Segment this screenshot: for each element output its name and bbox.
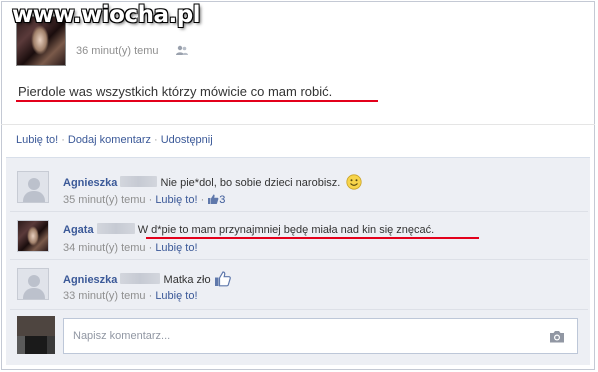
post-actions: Lubię to! · Dodaj komentarz · Udostępnij xyxy=(16,134,213,146)
comment-text: W d*pie to mam przynajmniej będę miała n… xyxy=(137,224,435,236)
comment-time[interactable]: 33 minut(y) temu xyxy=(63,290,146,302)
comment-like-link[interactable]: Lubię to! xyxy=(155,194,197,206)
comment-link[interactable]: Dodaj komentarz xyxy=(68,134,151,146)
thumbs-up-small-icon xyxy=(208,194,219,204)
redacted-surname xyxy=(96,223,135,234)
comment-text: Nie pie*dol, bo sobie dzieci narobisz. xyxy=(160,177,341,189)
comment-meta: 34 minut(y) temu · Lubię to! xyxy=(63,242,198,254)
comment-like-link[interactable]: Lubię to! xyxy=(155,290,197,302)
separator-dot: · xyxy=(61,134,65,146)
comment-like-link[interactable]: Lubię to! xyxy=(155,242,197,254)
redacted-surname xyxy=(120,273,161,284)
avatar-block xyxy=(17,316,55,336)
comment-avatar[interactable] xyxy=(17,171,49,203)
comment-meta: 33 minut(y) temu · Lubię to! xyxy=(63,290,198,302)
comment-time[interactable]: 34 minut(y) temu xyxy=(63,242,146,254)
like-link[interactable]: Lubię to! xyxy=(16,134,58,146)
comment-author[interactable]: Agata xyxy=(63,224,94,236)
comment-author[interactable]: Agnieszka xyxy=(63,274,117,286)
comment-body: Agnieszka Nie pie*dol, bo sobie dzieci n… xyxy=(63,174,362,190)
comment-author[interactable]: Agnieszka xyxy=(63,177,117,189)
watermark: www.wiocha.pl xyxy=(12,2,201,28)
comment-divider xyxy=(10,259,588,260)
comment-meta: 35 minut(y) temu · Lubię to! · 3 xyxy=(63,194,226,206)
post-text: Pierdole was wszystkich którzy mówicie c… xyxy=(18,84,333,99)
comment-divider xyxy=(10,309,588,310)
comment-text: Matka zło xyxy=(163,274,211,286)
post-timestamp[interactable]: 36 minut(y) temu xyxy=(76,45,159,57)
smiley-icon xyxy=(346,174,362,190)
comment-time[interactable]: 35 minut(y) temu xyxy=(63,194,146,206)
current-user-avatar xyxy=(17,316,55,354)
comment-divider xyxy=(10,211,588,212)
friends-icon xyxy=(176,45,188,55)
comment-input[interactable] xyxy=(64,319,534,353)
thumbs-up-icon xyxy=(214,271,231,287)
comment-body: Agnieszka Matka zło xyxy=(63,270,231,287)
camera-icon[interactable] xyxy=(549,330,565,343)
comment-avatar[interactable] xyxy=(17,220,49,252)
avatar-block xyxy=(17,336,25,354)
comment-box xyxy=(63,318,578,354)
redacted-surname xyxy=(120,176,158,187)
avatar-block xyxy=(25,336,47,354)
red-underline-comment xyxy=(146,237,479,239)
share-link[interactable]: Udostępnij xyxy=(161,134,213,146)
comment-body: Agata W d*pie to mam przynajmniej będę m… xyxy=(63,223,434,236)
separator-dot: · xyxy=(154,134,158,146)
comment-like-count[interactable]: 3 xyxy=(219,194,225,206)
red-underline-post xyxy=(16,100,378,102)
comment-avatar[interactable] xyxy=(17,268,49,300)
post-divider xyxy=(1,124,595,125)
